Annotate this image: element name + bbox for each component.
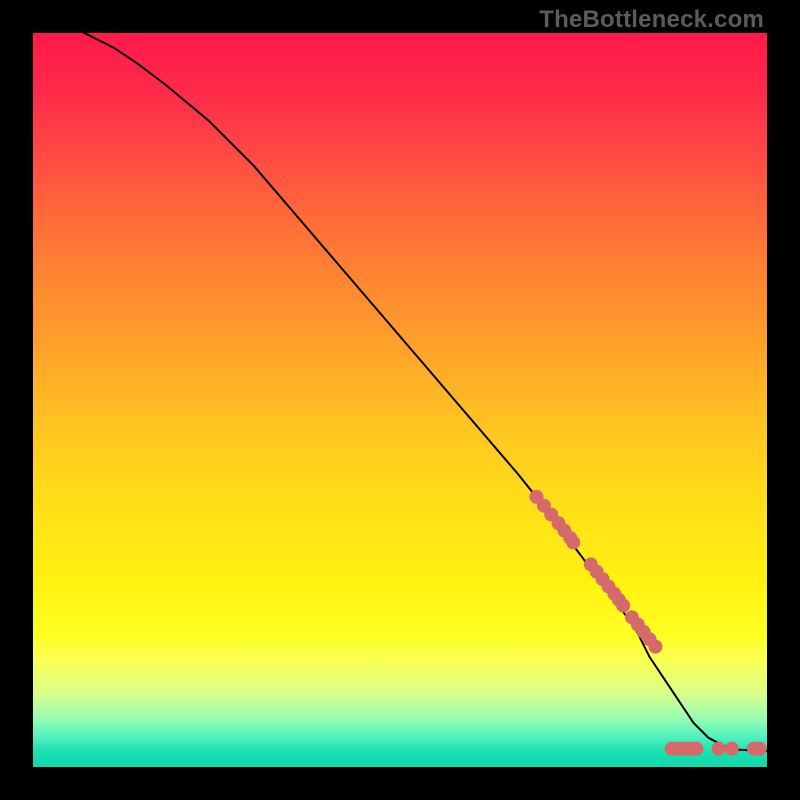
scatter-points (530, 490, 767, 756)
scatter-point (690, 742, 704, 756)
scatter-point (566, 535, 580, 549)
chart-overlay-svg (33, 33, 767, 767)
scatter-point (725, 742, 739, 756)
curve-line (84, 33, 767, 751)
watermark-text: TheBottleneck.com (539, 6, 764, 34)
chart-frame: TheBottleneck.com (0, 0, 800, 800)
scatter-point (648, 640, 662, 654)
scatter-point (753, 742, 767, 756)
scatter-point (616, 599, 630, 613)
scatter-point (712, 742, 726, 756)
